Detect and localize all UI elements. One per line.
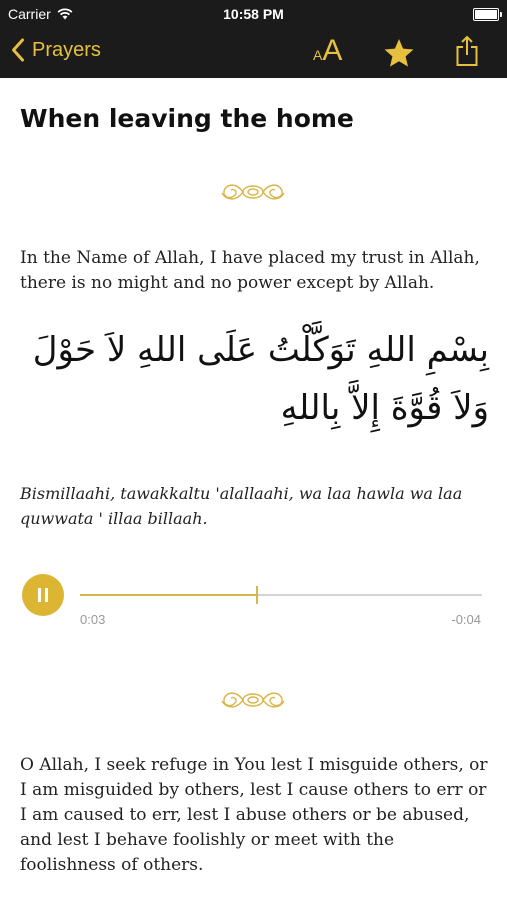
back-button[interactable]: Prayers — [10, 37, 101, 63]
battery-fill — [475, 10, 497, 19]
time-elapsed: 0:03 — [80, 612, 106, 627]
share-icon[interactable] — [455, 35, 479, 67]
time-remaining: -0:04 — [451, 612, 481, 627]
pause-icon — [38, 588, 41, 602]
audio-player: 0:03 -0:04 — [0, 570, 507, 630]
transliteration-text: Bismillaahi, tawakkaltu 'alallaahi, wa l… — [20, 484, 463, 528]
audio-progress-fill — [80, 594, 257, 596]
prayer-content[interactable]: When leaving the home In the Name of All… — [0, 78, 507, 900]
audio-progress-track[interactable] — [80, 586, 482, 604]
translation-text: In the Name of Allah, I have placed my t… — [20, 248, 480, 293]
arabic-text: بِسْمِ اللهِ تَوَكَّلْتُ عَلَى اللهِ لاَ… — [32, 330, 489, 428]
page-title: When leaving the home — [20, 104, 354, 133]
back-button-label: Prayers — [32, 38, 101, 61]
font-size-button[interactable]: AA — [313, 34, 342, 68]
pause-button[interactable] — [22, 574, 64, 616]
font-size-small-glyph: A — [313, 47, 323, 63]
star-icon[interactable] — [383, 37, 415, 69]
navigation-bar: Prayers AA — [0, 28, 507, 78]
ornament-divider-icon — [221, 184, 285, 200]
chevron-left-icon — [12, 38, 24, 62]
audio-scrub-handle[interactable] — [256, 586, 258, 604]
battery-icon — [473, 8, 502, 21]
ornament-divider-icon — [221, 692, 285, 708]
status-time: 10:58 PM — [223, 6, 284, 22]
font-size-big-glyph: A — [322, 34, 343, 67]
translation-text: O Allah, I seek refuge in You lest I mis… — [20, 755, 488, 875]
status-bar: Carrier 10:58 PM — [0, 0, 507, 28]
